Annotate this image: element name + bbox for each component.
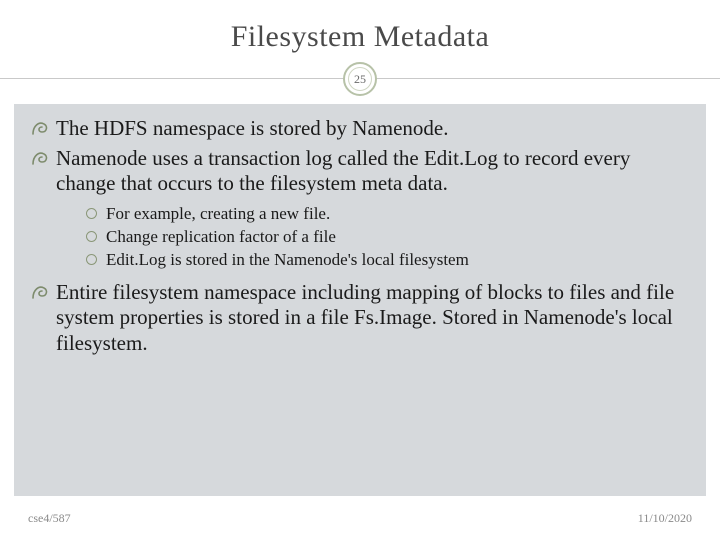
header: Filesystem Metadata 25: [0, 0, 720, 110]
sub-bullet-text: Edit.Log is stored in the Namenode's loc…: [106, 250, 469, 269]
list-item: Change replication factor of a file: [86, 226, 688, 249]
list-item: For example, creating a new file.: [86, 203, 688, 226]
swirl-bullet-icon: [32, 284, 50, 300]
slide-title: Filesystem Metadata: [0, 0, 720, 54]
list-item: Entire filesystem namespace including ma…: [32, 280, 688, 357]
swirl-bullet-icon: [32, 150, 50, 166]
bullet-list: The HDFS namespace is stored by Namenode…: [32, 116, 688, 356]
bullet-text: Namenode uses a transaction log called t…: [56, 146, 630, 196]
slide: Filesystem Metadata 25 The HDFS namespac…: [0, 0, 720, 540]
list-item: Edit.Log is stored in the Namenode's loc…: [86, 249, 688, 272]
sub-bullet-text: For example, creating a new file.: [106, 204, 330, 223]
ring-bullet-icon: [86, 208, 97, 219]
bullet-text: The HDFS namespace is stored by Namenode…: [56, 116, 449, 140]
footer: cse4/587 11/10/2020: [0, 496, 720, 540]
list-item: The HDFS namespace is stored by Namenode…: [32, 116, 688, 142]
ring-bullet-icon: [86, 231, 97, 242]
list-item: Namenode uses a transaction log called t…: [32, 146, 688, 272]
footer-date: 11/10/2020: [638, 511, 692, 526]
content-panel: The HDFS namespace is stored by Namenode…: [14, 104, 706, 496]
slide-number: 25: [348, 67, 372, 91]
ring-bullet-icon: [86, 254, 97, 265]
sub-bullet-list: For example, creating a new file. Change…: [86, 203, 688, 272]
slide-number-badge: 25: [343, 62, 377, 96]
sub-bullet-text: Change replication factor of a file: [106, 227, 336, 246]
swirl-bullet-icon: [32, 120, 50, 136]
footer-left-text: cse4/587: [28, 511, 71, 526]
bullet-text: Entire filesystem namespace including ma…: [56, 280, 674, 355]
